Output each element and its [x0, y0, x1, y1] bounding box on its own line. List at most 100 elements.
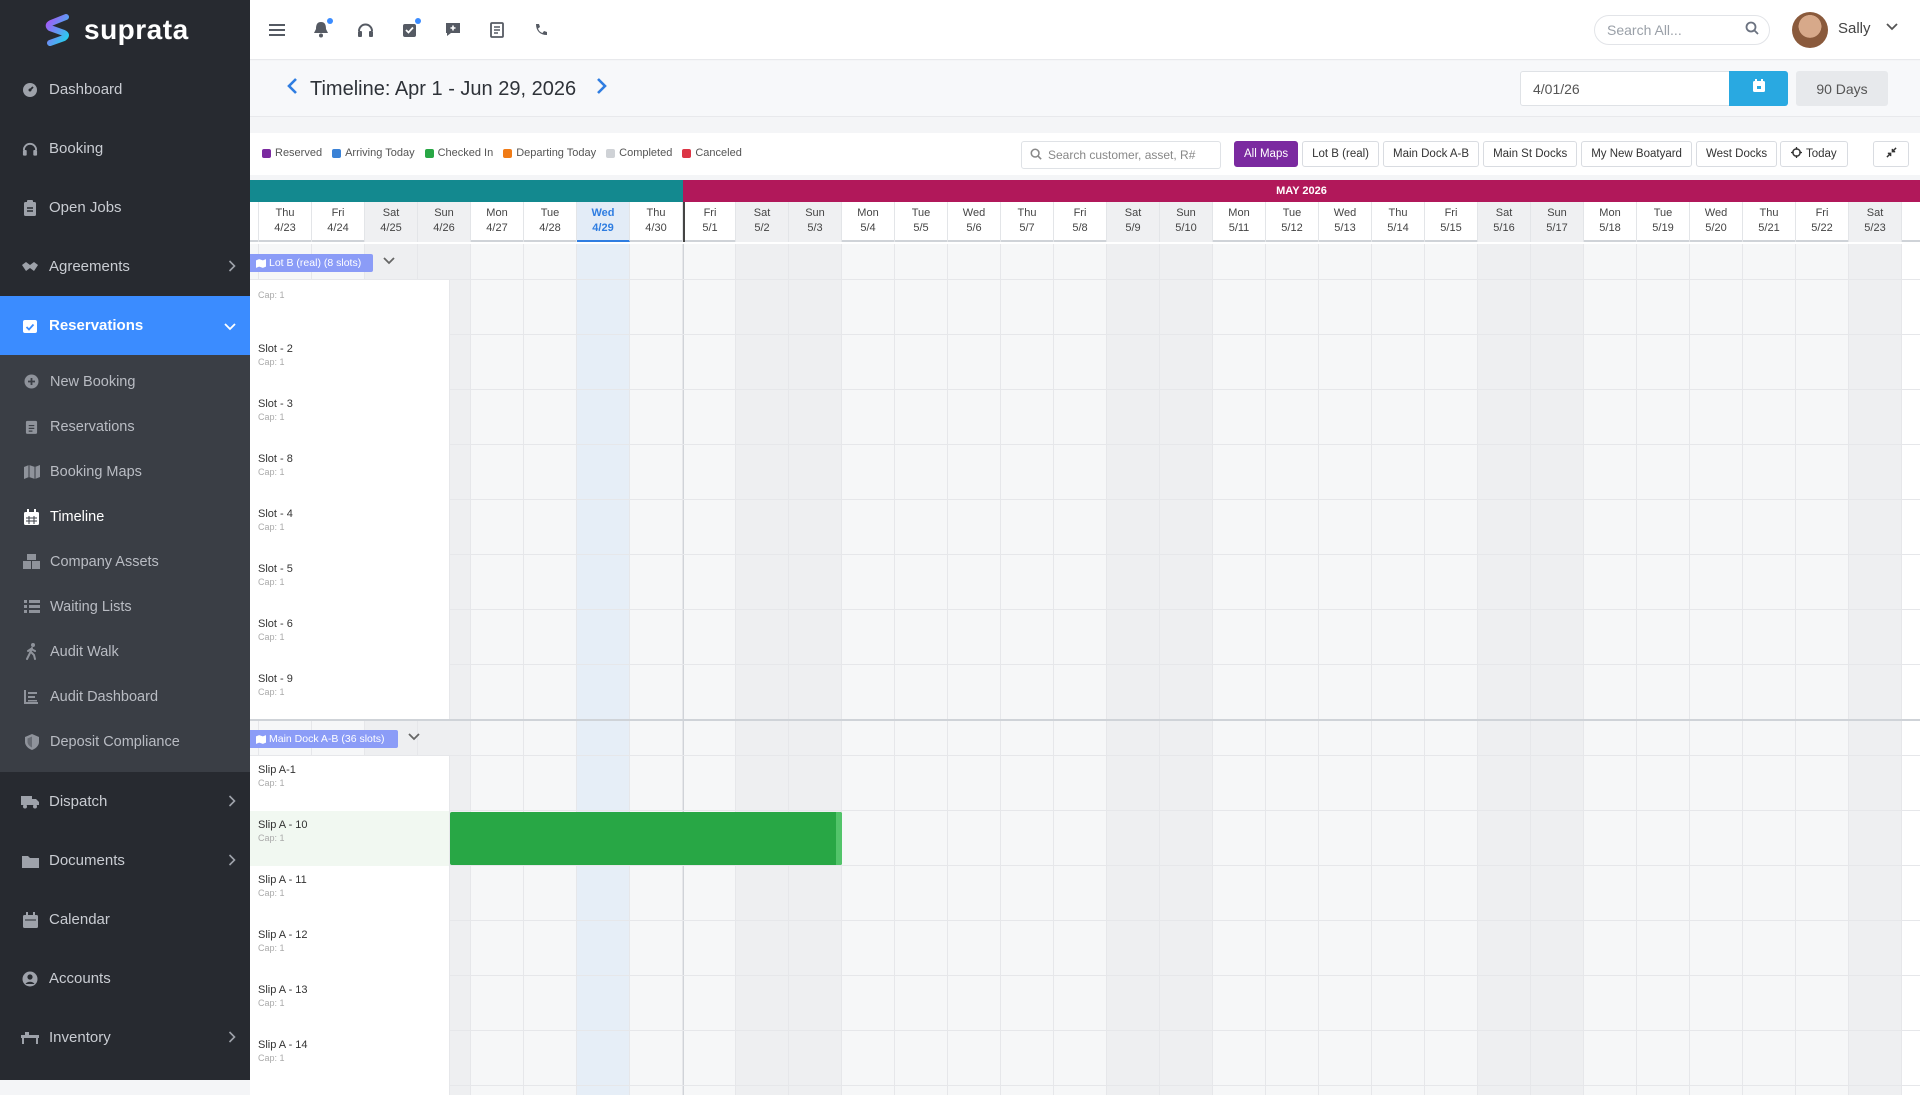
submenu-item-waiting-lists[interactable]: Waiting Lists: [0, 584, 250, 629]
previous-range-chevron-left-icon[interactable]: [286, 77, 298, 101]
day-column-header[interactable]: Wed 5/20: [1690, 202, 1743, 242]
slot-label[interactable]: Slip A - 14 Cap: 1: [250, 1031, 450, 1086]
submenu-item-company-assets[interactable]: Company Assets: [0, 539, 250, 584]
slot-label[interactable]: Cap: 1: [250, 280, 450, 335]
sidebar-item-reservations[interactable]: Reservations: [0, 296, 250, 355]
day-column-header[interactable]: Thu 4/23: [259, 202, 312, 242]
submenu-item-audit-dashboard[interactable]: Audit Dashboard: [0, 674, 250, 719]
start-date-input[interactable]: 4/01/26: [1520, 71, 1730, 106]
collapse-button[interactable]: [1873, 141, 1909, 167]
comment-plus-icon[interactable]: [442, 19, 464, 41]
day-column-header[interactable]: Mon 4/27: [471, 202, 524, 242]
day-column-header[interactable]: Mon 5/18: [1584, 202, 1637, 242]
slot-label[interactable]: Slot - 9 Cap: 1: [250, 665, 450, 720]
global-search-input[interactable]: Search All...: [1594, 15, 1770, 45]
date-picker-button[interactable]: [1729, 71, 1788, 106]
slot-label[interactable]: Slip A - 10 Cap: 1: [250, 811, 450, 866]
day-column-header[interactable]: Mon 5/4: [842, 202, 895, 242]
day-column-header[interactable]: Fri 5/22: [1796, 202, 1849, 242]
sidebar-item-booking[interactable]: Booking: [0, 119, 250, 178]
sidebar-item-accounts[interactable]: Accounts: [0, 949, 250, 1008]
day-column-header[interactable]: Fri 5/1: [683, 202, 736, 242]
submenu-item-new-booking[interactable]: New Booking: [0, 359, 250, 404]
day-column-header[interactable]: Wed 5/6: [948, 202, 1001, 242]
sidebar-item-agreements[interactable]: Agreements: [0, 237, 250, 296]
slot-label[interactable]: Slot - 3 Cap: 1: [250, 390, 450, 445]
day-column-header[interactable]: Sun 5/10: [1160, 202, 1213, 242]
day-column-header[interactable]: Sat 4/25: [365, 202, 418, 242]
map-group-badge[interactable]: Lot B (real) (8 slots): [250, 254, 373, 272]
slot-label[interactable]: Slot - 8 Cap: 1: [250, 445, 450, 500]
chevron-down-icon[interactable]: [408, 730, 420, 744]
submenu-item-timeline[interactable]: Timeline: [0, 494, 250, 539]
slot-label[interactable]: Slot - 5 Cap: 1: [250, 555, 450, 610]
submenu-item-reservations[interactable]: Reservations: [0, 404, 250, 449]
sidebar-item-open-jobs[interactable]: Open Jobs: [0, 178, 250, 237]
day-column-header[interactable]: Wed 5/13: [1319, 202, 1372, 242]
booking-bar-checked-in[interactable]: [450, 812, 842, 865]
day-column-header[interactable]: Sat 5/2: [736, 202, 789, 242]
map-group-badge[interactable]: Main Dock A-B (36 slots): [250, 730, 398, 748]
day-column-header[interactable]: Fri 5/15: [1425, 202, 1478, 242]
day-column-header[interactable]: Wed4/22: [250, 202, 259, 242]
slot-label[interactable]: Slip A - 12 Cap: 1: [250, 921, 450, 976]
submenu-item-booking-maps[interactable]: Booking Maps: [0, 449, 250, 494]
brand[interactable]: suprata: [0, 0, 250, 60]
avatar[interactable]: [1792, 12, 1828, 48]
day-column-header[interactable]: Sat 5/23: [1849, 202, 1902, 242]
day-column-header[interactable]: Tue 5/5: [895, 202, 948, 242]
day-column-header[interactable]: Tue 5/19: [1637, 202, 1690, 242]
map-filter-west-docks[interactable]: West Docks: [1695, 141, 1778, 167]
hamburger-menu-icon[interactable]: [266, 19, 288, 41]
day-column-header[interactable]: Tue 4/28: [524, 202, 577, 242]
sidebar-item-calendar[interactable]: Calendar: [0, 890, 250, 949]
sidebar: suprata Dashboard Booking Open Jobs Agreeme…: [0, 0, 250, 1080]
day-column-header[interactable]: Sat 5/9: [1107, 202, 1160, 242]
sidebar-item-dashboard[interactable]: Dashboard: [0, 60, 250, 119]
day-column-header[interactable]: Tue 5/12: [1266, 202, 1319, 242]
slot-label[interactable]: Slip A-1 Cap: 1: [250, 756, 450, 811]
day-column-header[interactable]: Mon 5/11: [1213, 202, 1266, 242]
slot-label[interactable]: Slip A - 15Cap: 1: [250, 1086, 450, 1095]
slot-label[interactable]: Slot - 6 Cap: 1: [250, 610, 450, 665]
day-column-header[interactable]: Wed 4/29: [577, 202, 630, 242]
slot-label[interactable]: Slip A - 13 Cap: 1: [250, 976, 450, 1031]
day-column-header[interactable]: Sun 5/3: [789, 202, 842, 242]
submenu-item-deposit-compliance[interactable]: Deposit Compliance: [0, 719, 250, 764]
day-column-header[interactable]: Sun 4/26: [418, 202, 471, 242]
map-filter-lot-b-real[interactable]: Lot B (real): [1302, 141, 1379, 167]
map-filter-main-st-docks[interactable]: Main St Docks: [1483, 141, 1578, 167]
map-filter-all-maps[interactable]: All Maps: [1234, 141, 1299, 167]
bell-icon[interactable]: [310, 17, 333, 41]
day-column-header[interactable]: Sat 5/16: [1478, 202, 1531, 242]
user-menu-chevron-down-icon[interactable]: [1886, 18, 1898, 34]
map-filter-my-new-boatyard[interactable]: My New Boatyard: [1581, 141, 1692, 167]
range-select[interactable]: 90 Days: [1796, 71, 1888, 106]
day-column-header[interactable]: Thu 5/7: [1001, 202, 1054, 242]
next-range-chevron-right-icon[interactable]: [596, 77, 608, 101]
day-column-header[interactable]: Thu 4/30: [630, 202, 683, 242]
search-icon[interactable]: [1745, 21, 1759, 40]
submenu-item-audit-walk[interactable]: Audit Walk: [0, 629, 250, 674]
user-name[interactable]: Sally: [1838, 20, 1871, 37]
slot-label[interactable]: Slot - 2 Cap: 1: [250, 335, 450, 390]
chevron-down-icon[interactable]: [383, 254, 395, 268]
headset-icon[interactable]: [354, 19, 376, 41]
sidebar-item-documents[interactable]: Documents: [0, 831, 250, 890]
sidebar-item-inventory[interactable]: Inventory: [0, 1008, 250, 1067]
day-column-header[interactable]: Fri 5/8: [1054, 202, 1107, 242]
today-button[interactable]: Today: [1780, 141, 1848, 167]
slot-label[interactable]: Slip A - 11 Cap: 1: [250, 866, 450, 921]
day-column-header[interactable]: Thu 5/14: [1372, 202, 1425, 242]
day-column-header[interactable]: Thu 5/21: [1743, 202, 1796, 242]
day-column-header[interactable]: Sun 5/17: [1531, 202, 1584, 242]
timeline-search-input[interactable]: Search customer, asset, R#: [1021, 141, 1221, 169]
booking-resize-handle[interactable]: [836, 812, 842, 865]
map-filter-main-dock-a-b[interactable]: Main Dock A-B: [1383, 141, 1480, 167]
sidebar-item-dispatch[interactable]: Dispatch: [0, 772, 250, 831]
slot-label[interactable]: Slot - 4 Cap: 1: [250, 500, 450, 555]
phone-icon[interactable]: [530, 19, 552, 41]
day-column-header[interactable]: Fri 4/24: [312, 202, 365, 242]
ledger-icon[interactable]: [486, 19, 508, 41]
task-check-icon[interactable]: [398, 17, 421, 41]
